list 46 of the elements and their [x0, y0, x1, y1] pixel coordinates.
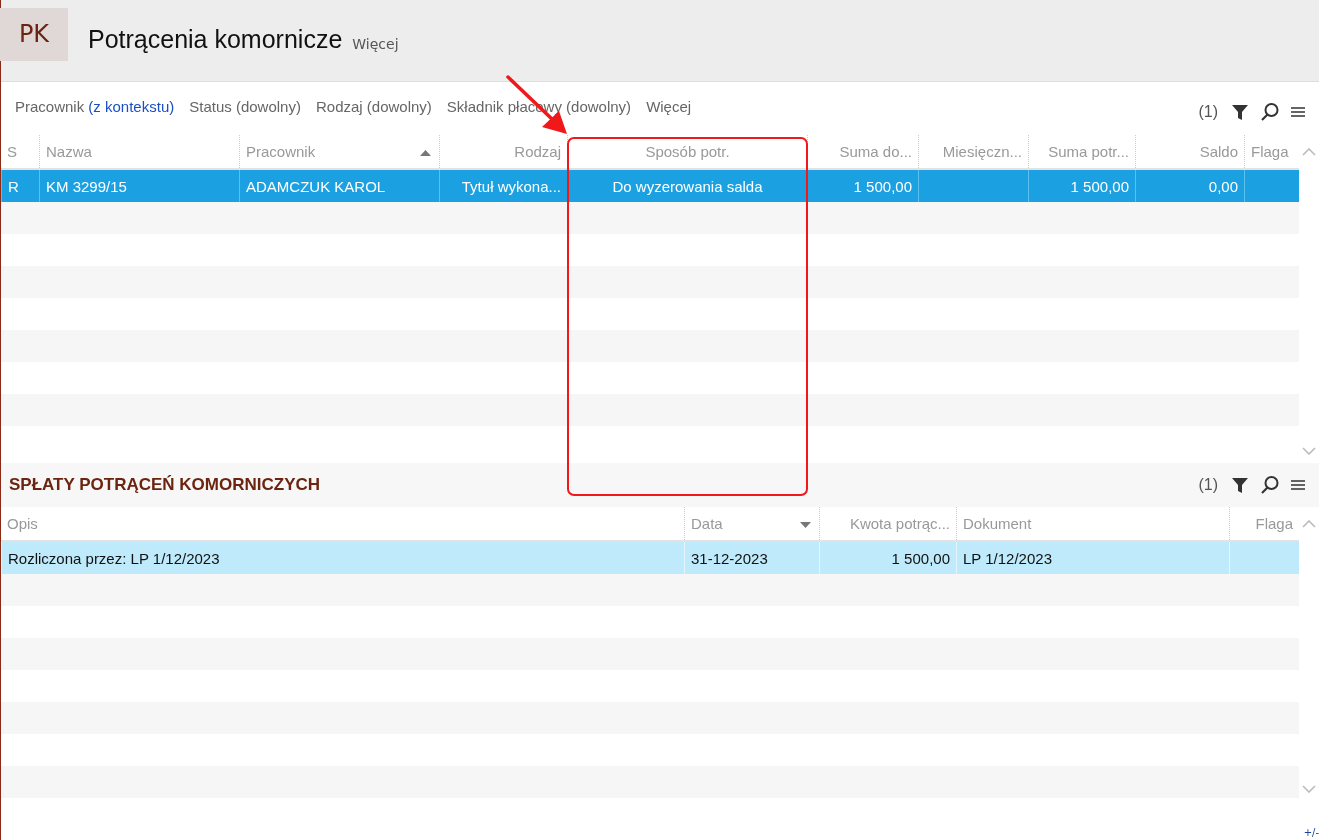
- table-cell: 31-12-2023: [691, 549, 768, 567]
- toggle-label[interactable]: +/-: [1303, 827, 1319, 838]
- column-header[interactable]: Flaga: [1229, 507, 1299, 540]
- menu-icon[interactable]: [1291, 479, 1305, 491]
- column-header[interactable]: Saldo: [1135, 135, 1244, 168]
- column-header[interactable]: Sposób potr.: [567, 135, 807, 168]
- table-cell: R: [8, 177, 19, 195]
- search-icon[interactable]: [1260, 475, 1280, 495]
- table-row[interactable]: R KM 3299/15 ADAMCZUK KAROL Tytuł wykona... Do wyzerowania salda 1 500,00 1 500,00 0,00: [1, 170, 1299, 202]
- table-cell: Rozliczona przez: LP 1/12/2023: [8, 549, 220, 567]
- table-cell: ADAMCZUK KAROL: [246, 177, 386, 195]
- column-header[interactable]: Kwota potrąc...: [819, 507, 956, 540]
- column-header[interactable]: Miesięczn...: [918, 135, 1028, 168]
- menu-icon[interactable]: [1291, 105, 1305, 118]
- table-cell: LP 1/12/2023: [963, 549, 1052, 567]
- table-cell: 1 500,00: [853, 177, 912, 195]
- column-header[interactable]: Rodzaj: [439, 135, 567, 168]
- filter-button[interactable]: Pracownik (z kontekstu): [15, 98, 175, 115]
- column-header[interactable]: Suma do...: [807, 135, 918, 168]
- table-cell: Do wyzerowania salda: [612, 177, 763, 195]
- table-row[interactable]: Rozliczona przez: LP 1/12/2023 31-12-2023 1 500,00 LP 1/12/2023: [1, 542, 1299, 574]
- table-cell: KM 3299/15: [46, 177, 127, 195]
- filter-button[interactable]: Status (dowolny): [189, 98, 301, 115]
- column-header[interactable]: Flaga: [1244, 135, 1299, 168]
- column-header[interactable]: Suma potr...: [1028, 135, 1135, 168]
- search-icon[interactable]: [1260, 101, 1280, 122]
- app-badge: PK: [0, 7, 68, 61]
- column-header[interactable]: Dokument: [956, 507, 1229, 540]
- table-cell: 0,00: [1208, 177, 1238, 195]
- column-header[interactable]: Nazwa: [39, 135, 239, 168]
- table-cell: 1 500,00: [891, 549, 950, 567]
- section-title: SPŁATY POTRĄCEŃ KOMORNICZYCH: [9, 475, 321, 495]
- column-header[interactable]: S: [1, 135, 39, 168]
- table-cell: 1 500,00: [1070, 177, 1129, 195]
- column-header[interactable]: Opis: [1, 507, 684, 540]
- more-filters-link[interactable]: Więcej: [646, 98, 692, 115]
- more-link[interactable]: Więcej: [352, 35, 399, 52]
- record-count: (1): [1198, 476, 1218, 494]
- column-header[interactable]: Data: [684, 507, 819, 540]
- table-cell: Tytuł wykona...: [461, 177, 561, 195]
- filter-icon[interactable]: [1231, 102, 1249, 121]
- record-count: (1): [1198, 102, 1218, 121]
- filter-button[interactable]: Rodzaj (dowolny): [315, 98, 432, 115]
- filter-icon[interactable]: [1231, 476, 1249, 494]
- page-title: Potrącenia komornicze: [88, 25, 343, 54]
- column-header[interactable]: Pracownik: [239, 135, 439, 168]
